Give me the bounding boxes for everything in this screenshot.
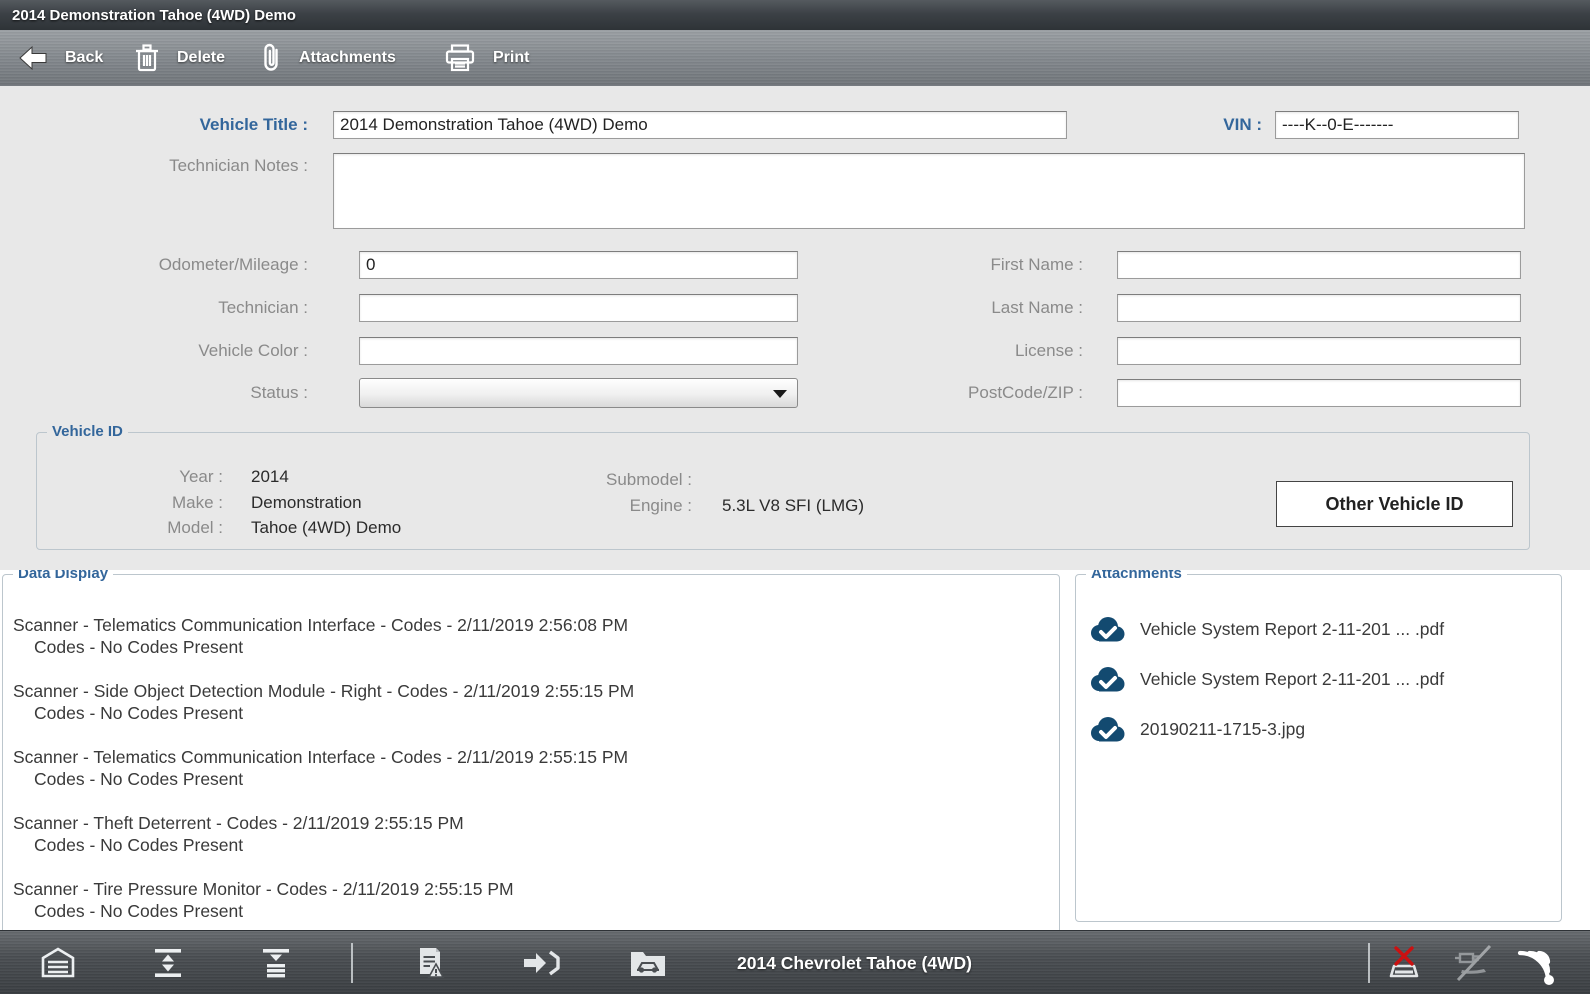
engine-label: Engine :	[557, 496, 692, 516]
postcode-input[interactable]	[1117, 379, 1521, 407]
data-display-groupbox: Data Display Scanner - Telematics Commun…	[2, 574, 1060, 930]
attachment-name: Vehicle System Report 2-11-201 ... .pdf	[1140, 669, 1444, 690]
attachments-legend: Attachments	[1086, 570, 1187, 583]
attachments-label: Attachments	[299, 49, 396, 67]
attachments-button[interactable]: Attachments	[254, 30, 402, 86]
print-label: Print	[493, 49, 529, 67]
entry-detail: Codes - No Codes Present	[34, 703, 243, 724]
printer-icon	[444, 43, 476, 73]
trash-icon	[134, 43, 160, 73]
odometer-label: Odometer/Mileage :	[80, 255, 308, 275]
window-title: 2014 Demonstration Tahoe (4WD) Demo	[0, 7, 296, 24]
technician-label: Technician :	[80, 298, 308, 318]
other-vehicle-id-button[interactable]: Other Vehicle ID	[1276, 481, 1513, 527]
postcode-label: PostCode/ZIP :	[883, 383, 1083, 403]
entry-title: Scanner - Telematics Communication Inter…	[13, 747, 628, 768]
first-name-label: First Name :	[883, 255, 1083, 275]
model-value: Tahoe (4WD) Demo	[251, 518, 401, 538]
vehicle-id-legend: Vehicle ID	[47, 423, 128, 441]
entry-title: Scanner - Theft Deterrent - Codes - 2/11…	[13, 813, 464, 834]
vehicle-id-groupbox: Vehicle ID Year : 2014 Make : Demonstrat…	[36, 432, 1530, 550]
cloud-check-icon	[1088, 615, 1126, 644]
back-button[interactable]: Back	[12, 30, 109, 86]
back-label: Back	[65, 49, 103, 67]
attachment-name: 20190211-1715-3.jpg	[1140, 719, 1305, 740]
last-name-input[interactable]	[1117, 294, 1521, 322]
delete-button[interactable]: Delete	[128, 30, 231, 86]
odometer-input[interactable]	[359, 251, 798, 279]
bottom-status-bar: 2014 Chevrolet Tahoe (4WD)	[0, 930, 1590, 994]
status-label: Status :	[80, 383, 308, 403]
top-toolbar: Back Delete Attachments	[0, 30, 1590, 87]
cloud-check-icon	[1088, 665, 1126, 694]
entry-title: Scanner - Telematics Communication Inter…	[13, 615, 628, 636]
technician-notes-input[interactable]	[333, 153, 1525, 229]
attachment-item[interactable]: Vehicle System Report 2-11-201 ... .pdf	[1088, 615, 1444, 644]
connect-vehicle-icon[interactable]	[520, 946, 562, 980]
window-title-bar: 2014 Demonstration Tahoe (4WD) Demo	[0, 0, 1590, 30]
statusbar-divider	[351, 943, 353, 983]
technician-input[interactable]	[359, 294, 798, 322]
attachments-groupbox: Attachments Vehicle System Report 2-11-2…	[1075, 574, 1562, 922]
entry-detail: Codes - No Codes Present	[34, 637, 243, 658]
current-vehicle-label: 2014 Chevrolet Tahoe (4WD)	[737, 931, 972, 994]
attachment-item[interactable]: Vehicle System Report 2-11-201 ... .pdf	[1088, 665, 1444, 694]
license-input[interactable]	[1117, 337, 1521, 365]
device-disconnected-icon[interactable]	[1382, 942, 1426, 984]
back-arrow-icon	[18, 44, 48, 72]
garage-home-icon[interactable]	[40, 945, 76, 981]
entry-detail: Codes - No Codes Present	[34, 901, 243, 922]
first-name-input[interactable]	[1117, 251, 1521, 279]
statusbar-divider	[1368, 943, 1370, 983]
engine-value: 5.3L V8 SFI (LMG)	[722, 496, 864, 516]
data-display-legend: Data Display	[13, 570, 113, 583]
vin-label: VIN :	[1150, 115, 1262, 135]
vehicle-title-input[interactable]	[333, 111, 1067, 139]
technician-notes-label: Technician Notes :	[80, 156, 308, 176]
delete-label: Delete	[177, 49, 225, 67]
vehicle-color-label: Vehicle Color :	[80, 341, 308, 361]
entry-title: Scanner - Side Object Detection Module -…	[13, 681, 634, 702]
entry-detail: Codes - No Codes Present	[34, 769, 243, 790]
attachment-name: Vehicle System Report 2-11-201 ... .pdf	[1140, 619, 1444, 640]
entry-title: Scanner - Tire Pressure Monitor - Codes …	[13, 879, 514, 900]
status-dropdown[interactable]	[359, 378, 798, 408]
wifi-signal-icon[interactable]	[1512, 940, 1560, 986]
vehicle-title-label: Vehicle Title :	[80, 115, 308, 135]
print-button[interactable]: Print	[438, 30, 535, 86]
vehicle-records-icon[interactable]	[628, 946, 668, 980]
app-window: 2014 Demonstration Tahoe (4WD) Demo Back…	[0, 0, 1590, 994]
year-label: Year :	[83, 467, 223, 487]
make-label: Make :	[83, 493, 223, 513]
collapse-rows-icon[interactable]	[258, 945, 294, 981]
license-label: License :	[883, 341, 1083, 361]
cloud-check-icon	[1088, 715, 1126, 744]
submodel-label: Submodel :	[557, 470, 692, 490]
codes-report-icon[interactable]	[410, 944, 448, 982]
expand-rows-icon[interactable]	[150, 945, 186, 981]
entry-detail: Codes - No Codes Present	[34, 835, 243, 856]
last-name-label: Last Name :	[883, 298, 1083, 318]
lower-section: Data Display Scanner - Telematics Commun…	[0, 570, 1590, 930]
attachment-item[interactable]: 20190211-1715-3.jpg	[1088, 715, 1305, 744]
usb-disconnected-icon[interactable]	[1452, 942, 1496, 984]
make-value: Demonstration	[251, 493, 362, 513]
vin-input[interactable]	[1275, 111, 1519, 139]
model-label: Model :	[83, 518, 223, 538]
paperclip-icon	[260, 42, 282, 74]
vehicle-record-form: Vehicle Title : VIN : Technician Notes :…	[0, 86, 1590, 570]
chevron-down-icon	[773, 390, 787, 398]
year-value: 2014	[251, 467, 289, 487]
vehicle-color-input[interactable]	[359, 337, 798, 365]
